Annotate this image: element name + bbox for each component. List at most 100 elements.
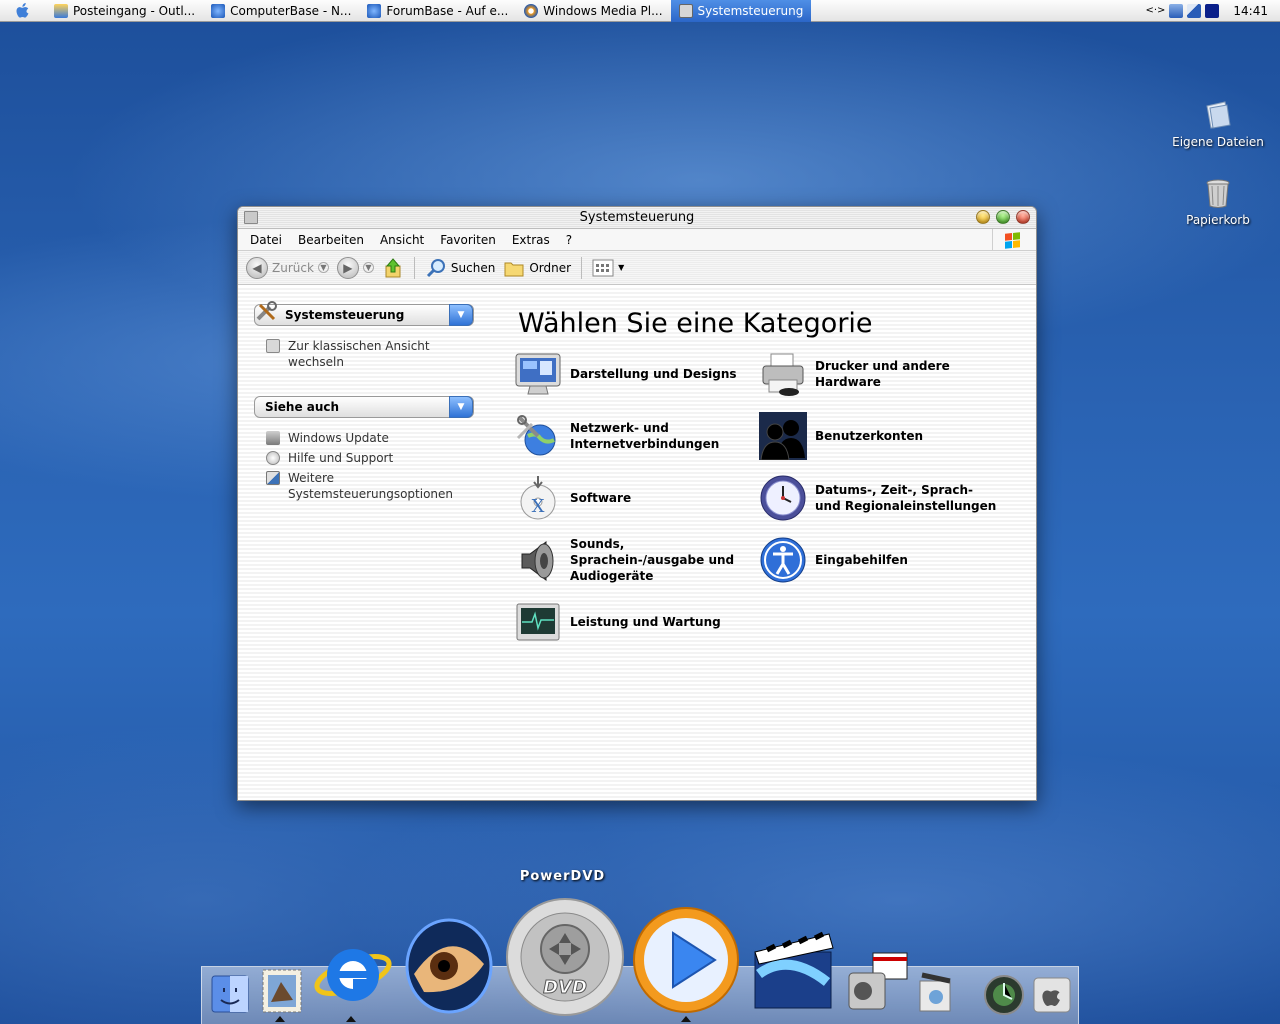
switch-classic-view-link[interactable]: Zur klassischen Ansicht wechseln <box>266 338 430 370</box>
category-label: Sounds, Sprachein-/ausgabe und Audiogeräte <box>570 536 734 584</box>
category-label-line: Datums-, Zeit-, Sprach- <box>815 483 973 497</box>
dock-video-editor[interactable] <box>842 946 912 1016</box>
finder-icon <box>211 975 249 1013</box>
category-label-line: Software <box>570 491 632 505</box>
chevron-down-icon[interactable]: ▼ <box>449 304 473 326</box>
panel-systemsteuerung[interactable]: Systemsteuerung ▼ <box>254 301 474 326</box>
window-titlebar[interactable]: Systemsteuerung <box>238 207 1036 229</box>
maximize-button[interactable] <box>996 210 1010 224</box>
forward-button[interactable]: ▶ ▼ <box>335 255 376 281</box>
window-title: Systemsteuerung <box>579 210 695 225</box>
task-outlook[interactable]: Posteingang - Outl... <box>46 0 203 22</box>
running-indicator <box>681 1016 691 1022</box>
dock-internet-explorer[interactable] <box>312 930 394 1016</box>
dvd-text: DVD <box>543 977 587 998</box>
folder-icon <box>504 262 524 276</box>
category-leistung[interactable]: Leistung und Wartung <box>514 598 754 646</box>
desktop-icon-eigene-dateien[interactable]: Eigene Dateien <box>1168 98 1268 149</box>
task-windows-media-player[interactable]: Windows Media Pl... <box>516 0 670 22</box>
back-button[interactable]: ◀ Zurück ▼ <box>244 255 331 281</box>
menu-ansicht[interactable]: Ansicht <box>372 233 432 247</box>
chevron-down-icon[interactable]: ▼ <box>362 262 374 273</box>
category-sounds[interactable]: Sounds, Sprachein-/ausgabe und Audiogeräte <box>514 536 754 584</box>
task-computerbase[interactable]: ComputerBase - N... <box>203 0 359 22</box>
menu-datei[interactable]: Datei <box>242 233 290 247</box>
panel-title: Systemsteuerung <box>285 308 405 322</box>
toolbar-separator <box>581 256 583 279</box>
search-button[interactable]: Suchen <box>423 255 497 281</box>
folders-button[interactable]: Ordner <box>501 255 573 281</box>
views-button[interactable]: ▼ <box>590 255 626 281</box>
dock-hover-label: PowerDVD <box>519 869 606 884</box>
volume-icon[interactable] <box>1187 3 1202 18</box>
help-icon <box>266 451 280 465</box>
folders-label: Ordner <box>529 260 572 275</box>
category-label-line: Eingabehilfen <box>815 553 908 567</box>
up-folder-button[interactable] <box>380 255 406 281</box>
display-monitor-icon <box>514 350 562 398</box>
category-label-line: Hardware <box>815 375 881 389</box>
panel-title: Siehe auch <box>265 400 340 414</box>
category-label-line: Audiogeräte <box>570 569 654 583</box>
chevron-down-icon[interactable]: ▼ <box>317 262 329 273</box>
control-panel-window: Systemsteuerung Datei Bearbeiten Ansicht… <box>237 206 1037 801</box>
dock-finder[interactable] <box>208 972 252 1016</box>
link-text: wechseln <box>288 355 344 369</box>
panel-siehe-auch[interactable]: Siehe auch ▼ <box>254 396 474 418</box>
dock-apple-menu[interactable] <box>1030 974 1074 1016</box>
search-label: Suchen <box>450 260 496 275</box>
task-forumbase[interactable]: ForumBase - Auf e... <box>359 0 516 22</box>
category-label-line: Netzwerk- und <box>570 421 669 435</box>
dock-media-player[interactable] <box>630 904 742 1016</box>
dock-eye-app[interactable] <box>402 912 496 1016</box>
internet-explorer-icon <box>367 3 382 18</box>
dock-mail[interactable] <box>258 966 306 1016</box>
apple-logo-icon <box>1033 977 1071 1013</box>
task-label: Posteingang - Outl... <box>73 3 196 18</box>
windows-update-link[interactable]: Windows Update <box>266 430 389 446</box>
category-software[interactable]: X Software <box>514 474 754 522</box>
dock-preview[interactable] <box>914 970 958 1016</box>
window-menubar: Datei Bearbeiten Ansicht Favoriten Extra… <box>238 229 1036 251</box>
category-datum-zeit[interactable]: Datums-, Zeit-, Sprach-und Regionaleinst… <box>759 474 999 522</box>
chevron-down-icon[interactable]: ▼ <box>618 263 624 272</box>
speaker-icon <box>514 536 562 584</box>
help-support-link[interactable]: Hilfe und Support <box>266 450 393 466</box>
system-tray: <·> 14:41 <box>1145 0 1280 22</box>
menu-favoriten[interactable]: Favoriten <box>432 233 504 247</box>
accessibility-icon <box>759 536 807 584</box>
running-indicator <box>346 1016 356 1022</box>
running-indicator <box>275 1016 285 1022</box>
clock[interactable]: 14:41 <box>1233 4 1268 18</box>
task-label: ComputerBase - N... <box>230 3 352 18</box>
more-options-link[interactable]: Weitere Systemsteuerungsoptionen <box>266 470 453 502</box>
desktop-icon-label: Eigene Dateien <box>1172 135 1264 149</box>
menu-bearbeiten[interactable]: Bearbeiten <box>290 233 372 247</box>
views-grid-icon <box>592 259 614 276</box>
printer-icon <box>759 350 807 398</box>
minimize-button[interactable] <box>976 210 990 224</box>
dock-imovie[interactable] <box>748 920 838 1016</box>
category-drucker[interactable]: Drucker und andere Hardware <box>759 350 999 398</box>
task-systemsteuerung[interactable]: Systemsteuerung <box>670 0 812 22</box>
desktop-icon-papierkorb[interactable]: Papierkorb <box>1168 176 1268 227</box>
category-netzwerk[interactable]: Netzwerk- und Internetverbindungen <box>514 412 754 460</box>
network-icon[interactable] <box>1169 3 1184 18</box>
category-label-line: Drucker und andere <box>815 359 950 373</box>
mail-stamp-icon <box>262 969 302 1013</box>
category-label: Eingabehilfen <box>815 552 908 568</box>
apple-menu-icon[interactable] <box>0 0 46 22</box>
preview-icon <box>919 972 951 1012</box>
menu-help[interactable]: ? <box>558 233 580 247</box>
chevron-down-icon[interactable]: ▼ <box>449 396 473 418</box>
menu-extras[interactable]: Extras <box>504 233 558 247</box>
close-button[interactable] <box>1016 210 1030 224</box>
category-benutzerkonten[interactable]: Benutzerkonten <box>759 412 999 460</box>
window-toolbar: ◀ Zurück ▼ ▶ ▼ Suchen Ordner ▼ <box>238 251 1036 285</box>
category-darstellung[interactable]: Darstellung und Designs <box>514 350 754 398</box>
desktop-icon-label: Papierkorb <box>1186 213 1250 227</box>
dock-system-preferences[interactable] <box>980 972 1028 1016</box>
category-eingabehilfen[interactable]: Eingabehilfen <box>759 536 999 584</box>
display-icon[interactable] <box>1205 3 1220 18</box>
dock-powerdvd[interactable]: DVD <box>504 896 626 1018</box>
